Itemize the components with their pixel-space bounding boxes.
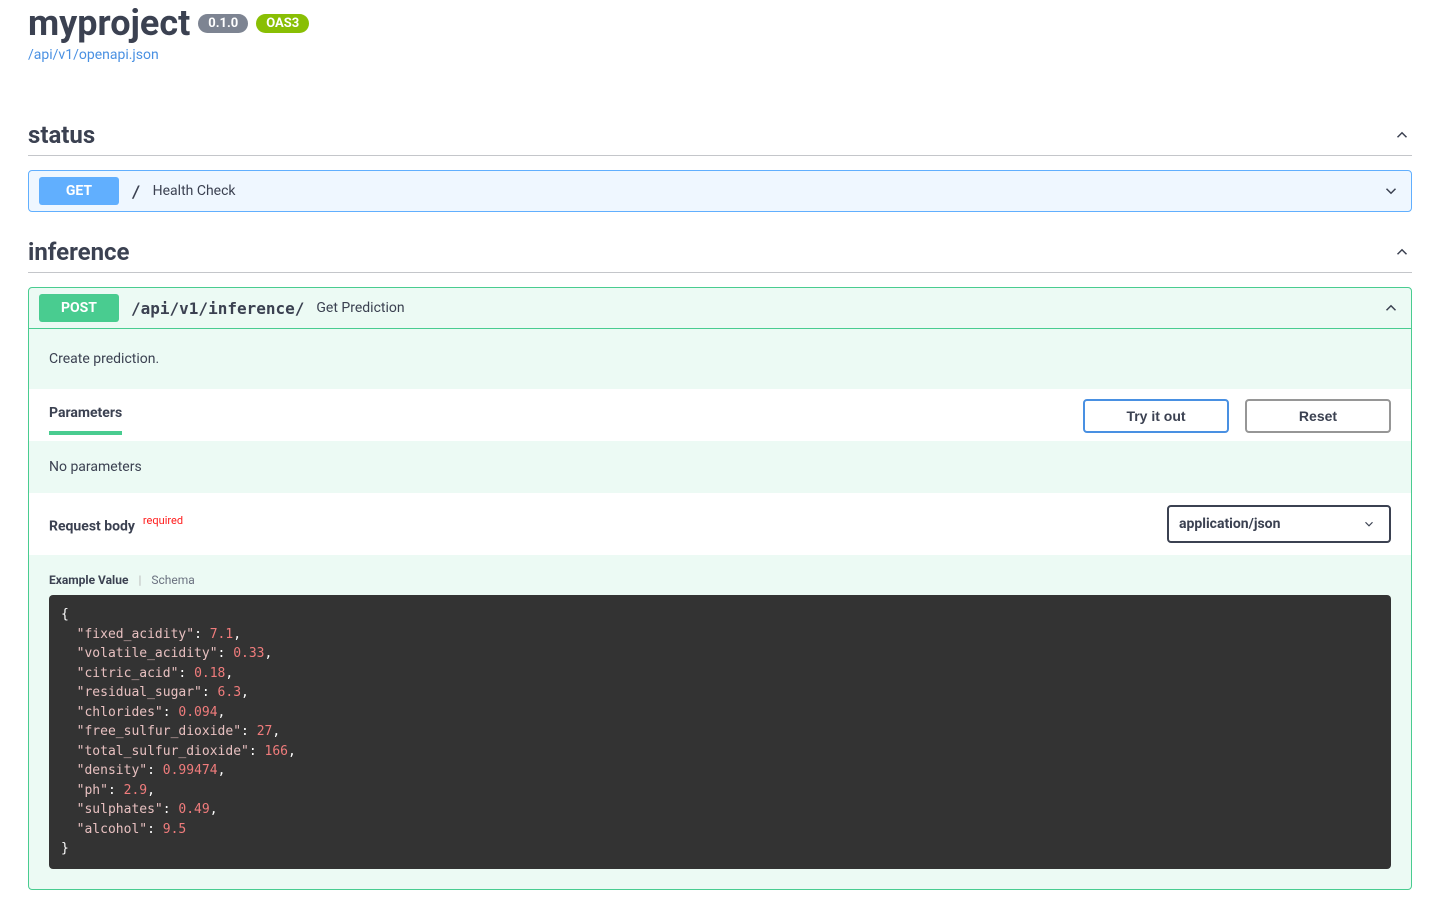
operation-summary[interactable]: GET / Health Check [29,171,1411,211]
spec-link[interactable]: /api/v1/openapi.json [28,47,159,63]
operation-long-description: Create prediction. [29,329,1411,389]
http-method-badge: POST [39,294,119,322]
http-method-badge: GET [39,177,119,205]
api-title: myproject [28,2,190,44]
request-body-label: Request body [49,518,135,534]
reset-button[interactable]: Reset [1245,399,1391,433]
tag-title: status [28,121,95,149]
chevron-up-icon [1392,242,1412,262]
content-type-select[interactable]: application/json [1167,505,1391,543]
schema-tab[interactable]: Schema [151,573,194,587]
operation-get-health: GET / Health Check [28,170,1412,212]
operation-path: / [131,182,141,201]
chevron-down-icon [1359,514,1379,534]
tag-section-inference: inference POST /api/v1/inference/ Get Pr… [28,238,1412,890]
operation-post-inference: POST /api/v1/inference/ Get Prediction C… [28,287,1412,890]
chevron-up-icon [1381,298,1401,318]
example-json-block[interactable]: { "fixed_acidity": 7.1, "volatile_acidit… [49,595,1391,869]
tag-header-inference[interactable]: inference [28,238,1412,273]
oas-badge: OAS3 [256,14,309,33]
chevron-down-icon [1381,181,1401,201]
operation-body: Create prediction. Parameters Try it out… [29,328,1411,869]
version-badge: 0.1.0 [198,14,248,33]
parameters-header: Parameters Try it out Reset [29,389,1411,441]
example-value-tab[interactable]: Example Value [49,573,128,587]
info-header: myproject 0.1.0 OAS3 /api/v1/openapi.jso… [28,0,1412,63]
chevron-up-icon [1392,125,1412,145]
required-badge: required [139,514,183,527]
content-type-value: application/json [1179,516,1280,532]
parameters-tab[interactable]: Parameters [49,405,122,435]
tag-title: inference [28,238,130,266]
tag-header-status[interactable]: status [28,121,1412,156]
model-tabs: Example Value | Schema [29,555,1411,595]
tag-section-status: status GET / Health Check [28,121,1412,212]
operation-summary[interactable]: POST /api/v1/inference/ Get Prediction [29,288,1411,328]
no-parameters-text: No parameters [29,441,1411,493]
operation-description: Get Prediction [316,300,404,316]
operation-description: Health Check [153,183,236,199]
try-it-out-button[interactable]: Try it out [1083,399,1229,433]
operation-path: /api/v1/inference/ [131,299,304,318]
request-body-header: Request body required application/json [29,493,1411,555]
